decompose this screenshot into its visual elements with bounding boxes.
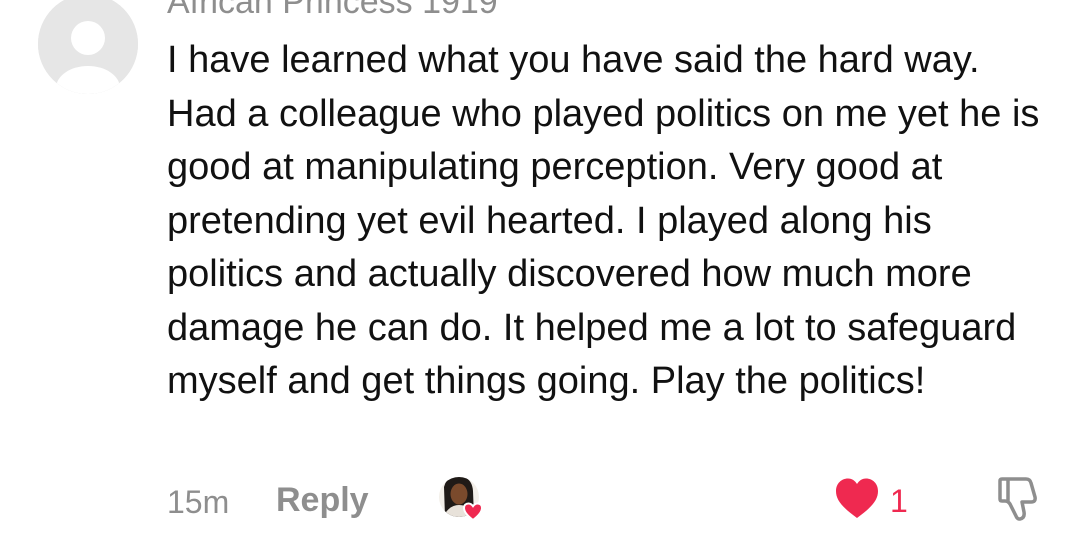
- dislike-button[interactable]: [995, 473, 1043, 525]
- comment-author[interactable]: African Princess 1919: [167, 0, 498, 22]
- thumbs-down-icon: [998, 477, 1037, 521]
- comment-timestamp: 15m: [167, 484, 230, 520]
- like-count: 1: [890, 483, 908, 519]
- comment-item: African Princess 1919 I have learned wha…: [0, 0, 1076, 534]
- reply-button[interactable]: Reply: [276, 480, 369, 520]
- like-button[interactable]: [833, 476, 881, 520]
- heart-filled-icon: [836, 478, 878, 518]
- creator-liked-icon: [437, 473, 489, 525]
- comment-text: I have learned what you have said the ha…: [167, 39, 1040, 402]
- user-avatar-icon[interactable]: [38, 0, 138, 94]
